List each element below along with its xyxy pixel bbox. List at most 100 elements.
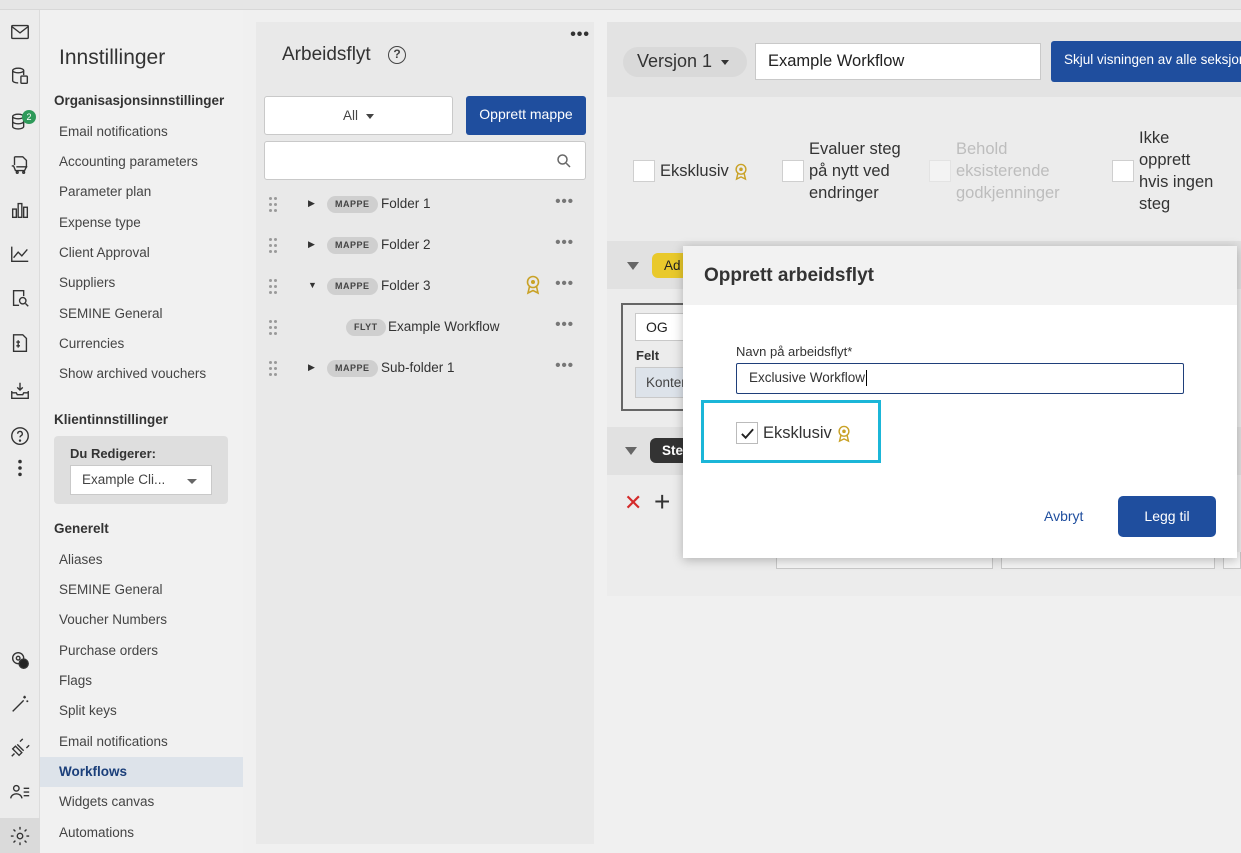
drag-handle-icon[interactable] bbox=[269, 320, 277, 336]
collapse-arrow-icon[interactable]: ▼ bbox=[308, 280, 317, 290]
sidebar-item-client-approval[interactable]: Client Approval bbox=[59, 242, 239, 264]
gear-user-icon[interactable] bbox=[8, 648, 32, 672]
row-menu-icon[interactable]: ••• bbox=[555, 234, 574, 251]
caret-down-icon bbox=[366, 113, 374, 119]
drag-handle-icon[interactable] bbox=[269, 279, 277, 295]
drag-handle-icon[interactable] bbox=[269, 238, 277, 254]
client-select-value: Example Cli... bbox=[82, 472, 166, 487]
tree-item-name: Folder 1 bbox=[381, 196, 431, 211]
delete-icon[interactable]: ✕ bbox=[624, 492, 642, 514]
sidebar-item-purchase-orders[interactable]: Purchase orders bbox=[59, 640, 239, 662]
drag-handle-icon[interactable] bbox=[269, 197, 277, 213]
sidebar-item-aliases[interactable]: Aliases bbox=[59, 549, 239, 571]
editing-client-box: Du Redigerer: Example Cli... bbox=[54, 436, 228, 504]
text-cursor bbox=[866, 370, 868, 387]
collapse-triangle-icon[interactable] bbox=[627, 262, 639, 270]
folder-tag: MAPPE bbox=[327, 196, 378, 213]
version-dropdown[interactable]: Versjon 1 bbox=[623, 47, 747, 77]
inbox-download-icon[interactable] bbox=[8, 379, 32, 403]
no-create-checkbox[interactable] bbox=[1112, 160, 1134, 182]
sidebar-item-voucher-numbers[interactable]: Voucher Numbers bbox=[59, 609, 239, 631]
plug-icon[interactable] bbox=[8, 736, 32, 760]
sidebar-item-email-notifications[interactable]: Email notifications bbox=[59, 121, 239, 143]
sidebar-item-flags[interactable]: Flags bbox=[59, 670, 239, 692]
folder-tag: MAPPE bbox=[327, 360, 378, 377]
tree-item-name: Folder 3 bbox=[381, 278, 431, 293]
help-icon[interactable] bbox=[8, 424, 32, 448]
exclusive-checkbox-checked[interactable] bbox=[736, 422, 758, 444]
top-bar bbox=[0, 0, 1241, 10]
expand-arrow-icon[interactable]: ▶ bbox=[308, 239, 315, 250]
cancel-button[interactable]: Avbryt bbox=[1044, 508, 1083, 524]
field-label: Felt bbox=[636, 348, 660, 363]
cart-document-icon[interactable] bbox=[8, 153, 32, 177]
help-icon[interactable]: ? bbox=[388, 46, 406, 64]
search-document-icon[interactable] bbox=[8, 286, 32, 310]
tree-item-name: Example Workflow bbox=[388, 319, 500, 334]
version-label: Versjon 1 bbox=[637, 51, 713, 71]
editor-header: Versjon 1 Example Workflow Skjul visning… bbox=[607, 22, 1241, 97]
magic-wand-icon[interactable] bbox=[8, 692, 32, 716]
workflow-tree-panel: Arbeidsflyt ? ••• All Opprett mappe ▶ MA… bbox=[256, 22, 594, 844]
workflow-name-value: Exclusive Workflow bbox=[749, 370, 866, 385]
sidebar-item-automations[interactable]: Automations bbox=[59, 822, 239, 844]
tree-row-folder-3[interactable]: ▼ MAPPE Folder 3 ••• bbox=[256, 268, 594, 308]
expand-arrow-icon[interactable]: ▶ bbox=[308, 198, 315, 209]
editing-label: Du Redigerer: bbox=[70, 446, 156, 461]
tree-search-input[interactable] bbox=[264, 141, 586, 180]
bar-chart-icon[interactable] bbox=[8, 198, 32, 222]
workflow-name-input[interactable]: Example Workflow bbox=[755, 43, 1041, 80]
mail-icon[interactable] bbox=[8, 20, 32, 44]
more-vertical-icon[interactable] bbox=[8, 456, 32, 480]
create-workflow-dialog: Opprett arbeidsflyt Navn på arbeidsflyt*… bbox=[683, 246, 1237, 558]
gear-icon[interactable] bbox=[8, 824, 32, 848]
row-menu-icon[interactable]: ••• bbox=[555, 193, 574, 210]
exclusive-checkbox[interactable] bbox=[633, 160, 655, 182]
expand-arrow-icon[interactable]: ▶ bbox=[308, 362, 315, 373]
sidebar-item-expense-type[interactable]: Expense type bbox=[59, 212, 239, 234]
documents-icon[interactable] bbox=[8, 64, 32, 88]
sidebar-item-accounting-parameters[interactable]: Accounting parameters bbox=[59, 151, 239, 173]
workflow-name-field[interactable]: Exclusive Workflow bbox=[736, 363, 1184, 394]
hide-all-sections-button[interactable]: Skjul visningen av alle seksjon bbox=[1051, 41, 1241, 82]
sidebar-item-split-keys[interactable]: Split keys bbox=[59, 700, 239, 722]
sidebar-item-suppliers[interactable]: Suppliers bbox=[59, 272, 239, 294]
settings-sidebar: Innstillinger Organisasjonsinnstillinger… bbox=[40, 10, 243, 853]
tree-row-folder-1[interactable]: ▶ MAPPE Folder 1 ••• bbox=[256, 186, 594, 226]
more-horizontal-icon[interactable]: ••• bbox=[570, 26, 590, 44]
org-settings-header: Organisasjonsinnstillinger bbox=[54, 93, 225, 108]
add-button[interactable]: Legg til bbox=[1118, 496, 1216, 537]
create-folder-button[interactable]: Opprett mappe bbox=[466, 96, 586, 135]
reevaluate-checkbox[interactable] bbox=[782, 160, 804, 182]
tree-row-sub-folder-1[interactable]: ▶ MAPPE Sub-folder 1 ••• bbox=[256, 350, 594, 390]
sidebar-item-parameter-plan[interactable]: Parameter plan bbox=[59, 181, 239, 203]
sidebar-item-widgets-canvas[interactable]: Widgets canvas bbox=[59, 791, 239, 813]
row-menu-icon[interactable]: ••• bbox=[555, 357, 574, 374]
notification-badge: 2 bbox=[22, 110, 36, 124]
drag-handle-icon[interactable] bbox=[269, 361, 277, 377]
award-icon bbox=[735, 163, 747, 181]
sidebar-item-currencies[interactable]: Currencies bbox=[59, 333, 239, 355]
sidebar-item-email-notifications-client[interactable]: Email notifications bbox=[59, 731, 239, 753]
row-menu-icon[interactable]: ••• bbox=[555, 275, 574, 292]
collapse-triangle-icon[interactable] bbox=[625, 447, 637, 455]
no-create-label-line: Ikke bbox=[1139, 129, 1170, 147]
award-icon bbox=[838, 425, 850, 443]
sidebar-item-semine-general-client[interactable]: SEMINE General bbox=[59, 579, 239, 601]
sidebar-item-semine-general[interactable]: SEMINE General bbox=[59, 303, 239, 325]
tree-row-example-workflow[interactable]: FLYT Example Workflow ••• bbox=[256, 309, 594, 349]
keep-label-line: godkjenninger bbox=[956, 184, 1060, 202]
client-select[interactable]: Example Cli... bbox=[70, 465, 212, 495]
user-list-icon[interactable] bbox=[8, 780, 32, 804]
reevaluate-label-line: på nytt ved bbox=[809, 162, 890, 180]
add-icon[interactable]: + bbox=[654, 488, 670, 516]
filter-value: All bbox=[342, 108, 358, 123]
line-chart-icon[interactable] bbox=[8, 242, 32, 266]
invoice-icon[interactable] bbox=[8, 331, 32, 355]
exclusive-option-label[interactable]: Eksklusiv bbox=[763, 422, 852, 444]
tree-row-folder-2[interactable]: ▶ MAPPE Folder 2 ••• bbox=[256, 227, 594, 267]
filter-dropdown[interactable]: All bbox=[264, 96, 453, 135]
sidebar-item-archived-vouchers[interactable]: Show archived vouchers bbox=[59, 363, 239, 385]
sidebar-item-workflows[interactable]: Workflows bbox=[40, 757, 243, 787]
row-menu-icon[interactable]: ••• bbox=[555, 316, 574, 333]
